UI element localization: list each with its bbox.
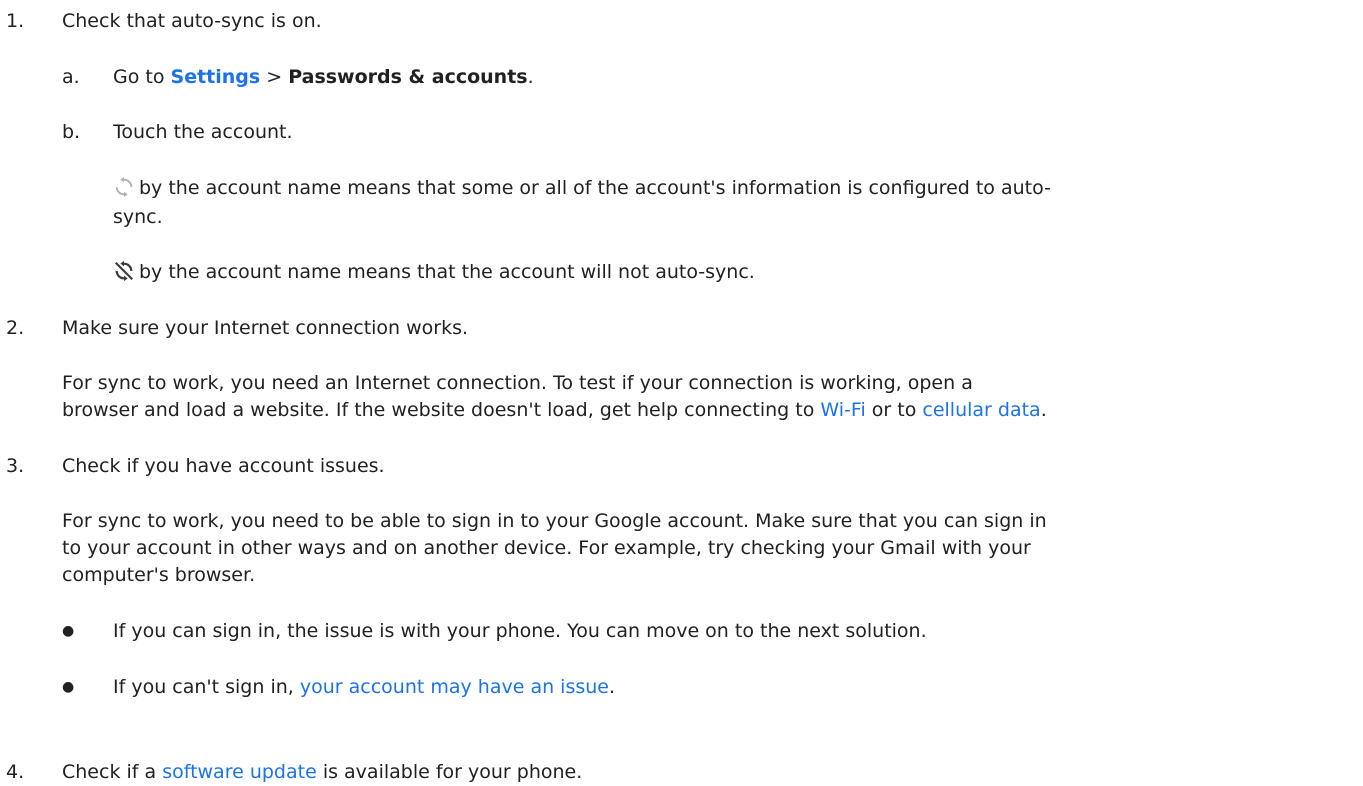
- bullet-dot: ●: [62, 623, 75, 639]
- sync-note-line1: by the account name means that some or a…: [113, 175, 1051, 202]
- step-text: Check if you have account issues.: [62, 455, 385, 477]
- step-number: 3.: [6, 455, 25, 477]
- sync-off-text: by the account name means that the accou…: [139, 261, 755, 283]
- step3-para-line3: computer's browser.: [62, 564, 256, 586]
- step3-para-line1: For sync to work, you need to be able to…: [62, 510, 1047, 532]
- sync-off-note: by the account name means that the accou…: [113, 259, 755, 286]
- step2-para-mid: or to: [865, 399, 923, 421]
- step-4-after: is available for your phone.: [316, 761, 583, 783]
- step2-para-line1: For sync to work, you need an Internet c…: [62, 372, 973, 394]
- bullet-text: If you can sign in, the issue is with yo…: [113, 620, 927, 642]
- bullet-dot: ●: [62, 679, 75, 695]
- sync-icon: [113, 176, 135, 198]
- software-update-link[interactable]: software update: [162, 761, 317, 783]
- substep-letter: a.: [62, 66, 80, 88]
- step2-para-end: .: [1040, 399, 1047, 421]
- bullet-end: .: [608, 676, 616, 698]
- substep-b-text: Touch the account.: [113, 121, 293, 143]
- substep-a-sep: >: [260, 66, 289, 88]
- step2-para-text: browser and load a website. If the websi…: [62, 399, 821, 421]
- step-text: Make sure your Internet connection works…: [62, 317, 469, 339]
- step-number: 1.: [6, 10, 25, 32]
- wifi-link[interactable]: Wi-Fi: [820, 399, 865, 421]
- step-number: 2.: [6, 317, 25, 339]
- substep-a-prefix: Go to: [113, 66, 171, 88]
- sync-off-icon: [113, 260, 135, 282]
- substep-a-text: Go to Settings > Passwords & accounts.: [113, 64, 534, 91]
- step3-para-line2: to your account in other ways and on ano…: [62, 537, 1031, 559]
- step-4-before: Check if a: [62, 761, 163, 783]
- passwords-accounts-label: Passwords & accounts: [288, 66, 528, 88]
- bullet-text: If you can't sign in,: [113, 676, 300, 698]
- step-text: Check that auto-sync is on.: [62, 10, 322, 32]
- substep-letter: b.: [62, 121, 81, 143]
- cellular-data-link[interactable]: cellular data: [922, 399, 1040, 421]
- step2-para-line2: browser and load a website. If the websi…: [62, 397, 1047, 424]
- settings-link[interactable]: Settings: [171, 66, 261, 88]
- account-issue-link[interactable]: your account may have an issue: [300, 676, 609, 698]
- sync-note-line2: sync.: [113, 206, 163, 228]
- sync-note-text: by the account name means that some or a…: [139, 177, 1051, 199]
- substep-a-end: .: [527, 66, 534, 88]
- bullet-item: If you can't sign in, your account may h…: [113, 674, 615, 701]
